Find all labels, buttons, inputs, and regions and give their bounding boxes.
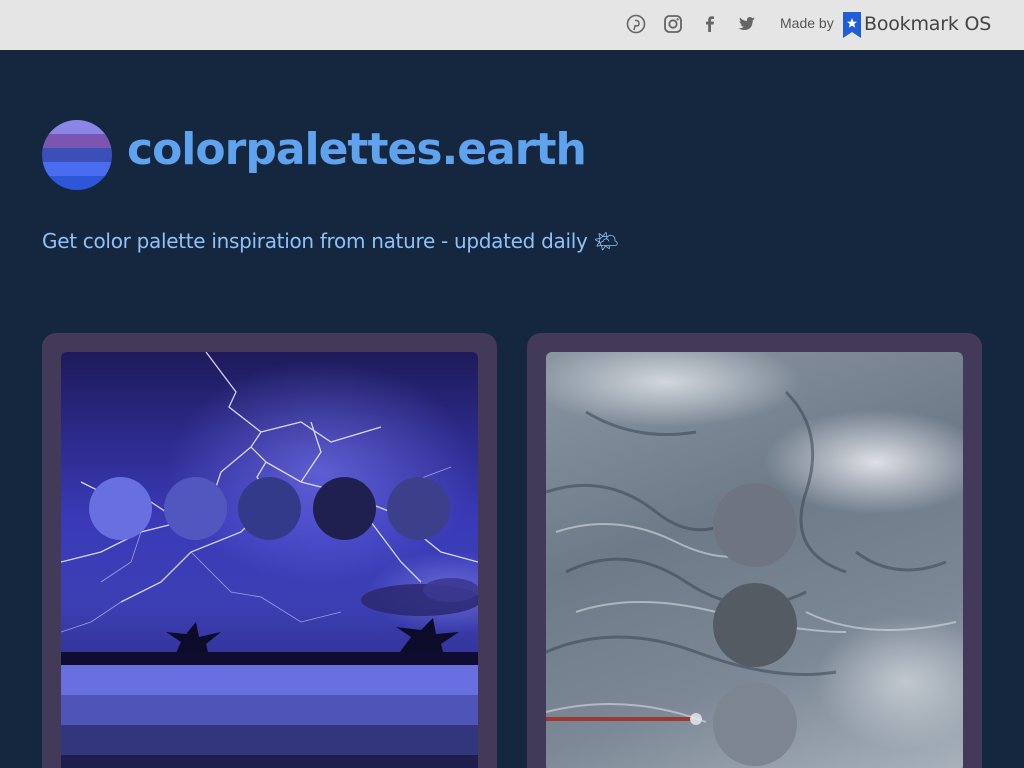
palette-swatch[interactable] (313, 477, 376, 540)
palette-band[interactable] (61, 755, 478, 768)
palette-swatch[interactable] (713, 682, 797, 766)
made-by-label: Made by (780, 15, 834, 31)
palette-band[interactable] (61, 695, 478, 725)
site-logo[interactable] (42, 120, 112, 190)
palette-image[interactable] (61, 352, 478, 768)
logo-stripe (42, 120, 112, 134)
tagline: Get color palette inspiration from natur… (42, 229, 619, 253)
site-title[interactable]: colorpalettes.earth (127, 124, 587, 175)
palette-swatch[interactable] (164, 477, 227, 540)
palette-image[interactable] (546, 352, 963, 768)
logo-stripe (42, 134, 112, 148)
palette-card[interactable] (42, 333, 497, 768)
palette-band[interactable] (61, 725, 478, 755)
palette-swatch[interactable] (89, 477, 152, 540)
palette-swatch[interactable] (713, 483, 797, 567)
brand-name-link[interactable]: Bookmark OS (864, 13, 991, 35)
logo-stripe (42, 148, 112, 162)
facebook-icon[interactable] (698, 12, 722, 36)
top-bar: Made by Bookmark OS (0, 0, 1024, 50)
palette-band[interactable] (61, 665, 478, 695)
logo-stripe (42, 162, 112, 176)
twitter-icon[interactable] (734, 12, 758, 36)
palette-card[interactable] (527, 333, 982, 768)
pinterest-icon[interactable] (624, 12, 648, 36)
bookmark-logo-icon[interactable] (843, 12, 861, 38)
palette-swatch[interactable] (387, 477, 450, 540)
logo-stripe (42, 176, 112, 190)
palette-swatch[interactable] (713, 583, 797, 667)
instagram-icon[interactable] (661, 12, 685, 36)
palette-swatch[interactable] (238, 477, 301, 540)
